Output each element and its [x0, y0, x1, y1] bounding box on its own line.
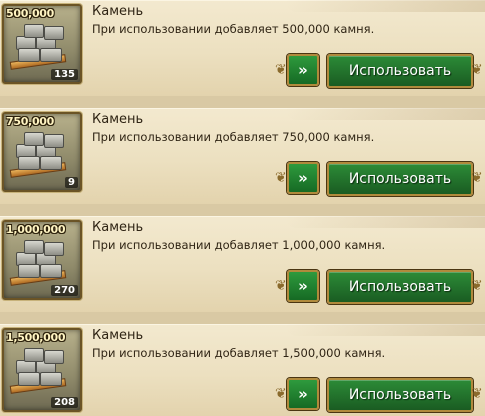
ornament-right: ❦: [471, 278, 483, 294]
item-title: Камень: [92, 112, 144, 127]
ornament-left: ❦: [275, 386, 287, 402]
item-title: Камень: [92, 220, 144, 235]
list-item: 1,000,000 270 Камень При использовании д…: [0, 216, 485, 312]
item-amount-label: 1,000,000: [6, 223, 66, 236]
item-description: При использовании добавляет 1,000,000 ка…: [92, 238, 386, 252]
item-description: При использовании добавляет 500,000 камн…: [92, 22, 375, 36]
item-amount-label: 500,000: [6, 7, 55, 20]
item-quantity-badge: 208: [51, 397, 78, 408]
use-button[interactable]: Использовать: [327, 270, 473, 304]
item-amount-label: 1,500,000: [6, 331, 66, 344]
use-button[interactable]: Использовать: [327, 54, 473, 88]
use-button[interactable]: Использовать: [327, 378, 473, 412]
ornament-left: ❦: [275, 278, 287, 294]
item-quantity-badge: 9: [65, 177, 78, 188]
item-amount-label: 750,000: [6, 115, 55, 128]
double-chevron-right-icon[interactable]: »: [287, 162, 319, 194]
double-chevron-right-icon[interactable]: »: [287, 378, 319, 410]
item-quantity-badge: 270: [51, 285, 78, 296]
ornament-right: ❦: [471, 62, 483, 78]
item-title: Камень: [92, 4, 144, 19]
stone-pile-icon: 500,000 135: [2, 4, 82, 84]
ornament-left: ❦: [275, 62, 287, 78]
use-button[interactable]: Использовать: [327, 162, 473, 196]
item-list: 500,000 135 Камень При использовании доб…: [0, 0, 485, 416]
item-quantity-badge: 135: [51, 69, 78, 80]
item-description: При использовании добавляет 1,500,000 ка…: [92, 346, 386, 360]
item-title: Камень: [92, 328, 144, 343]
ornament-right: ❦: [471, 170, 483, 186]
stone-pile-icon: 1,500,000 208: [2, 328, 82, 412]
ornament-right: ❦: [471, 386, 483, 402]
list-item: 750,000 9 Камень При использовании добав…: [0, 108, 485, 204]
ornament-left: ❦: [275, 170, 287, 186]
item-description: При использовании добавляет 750,000 камн…: [92, 130, 375, 144]
stone-pile-icon: 1,000,000 270: [2, 220, 82, 300]
stone-pile-icon: 750,000 9: [2, 112, 82, 192]
double-chevron-right-icon[interactable]: »: [287, 54, 319, 86]
list-item: 1,500,000 208 Камень При использовании д…: [0, 324, 485, 416]
list-item: 500,000 135 Камень При использовании доб…: [0, 0, 485, 96]
double-chevron-right-icon[interactable]: »: [287, 270, 319, 302]
